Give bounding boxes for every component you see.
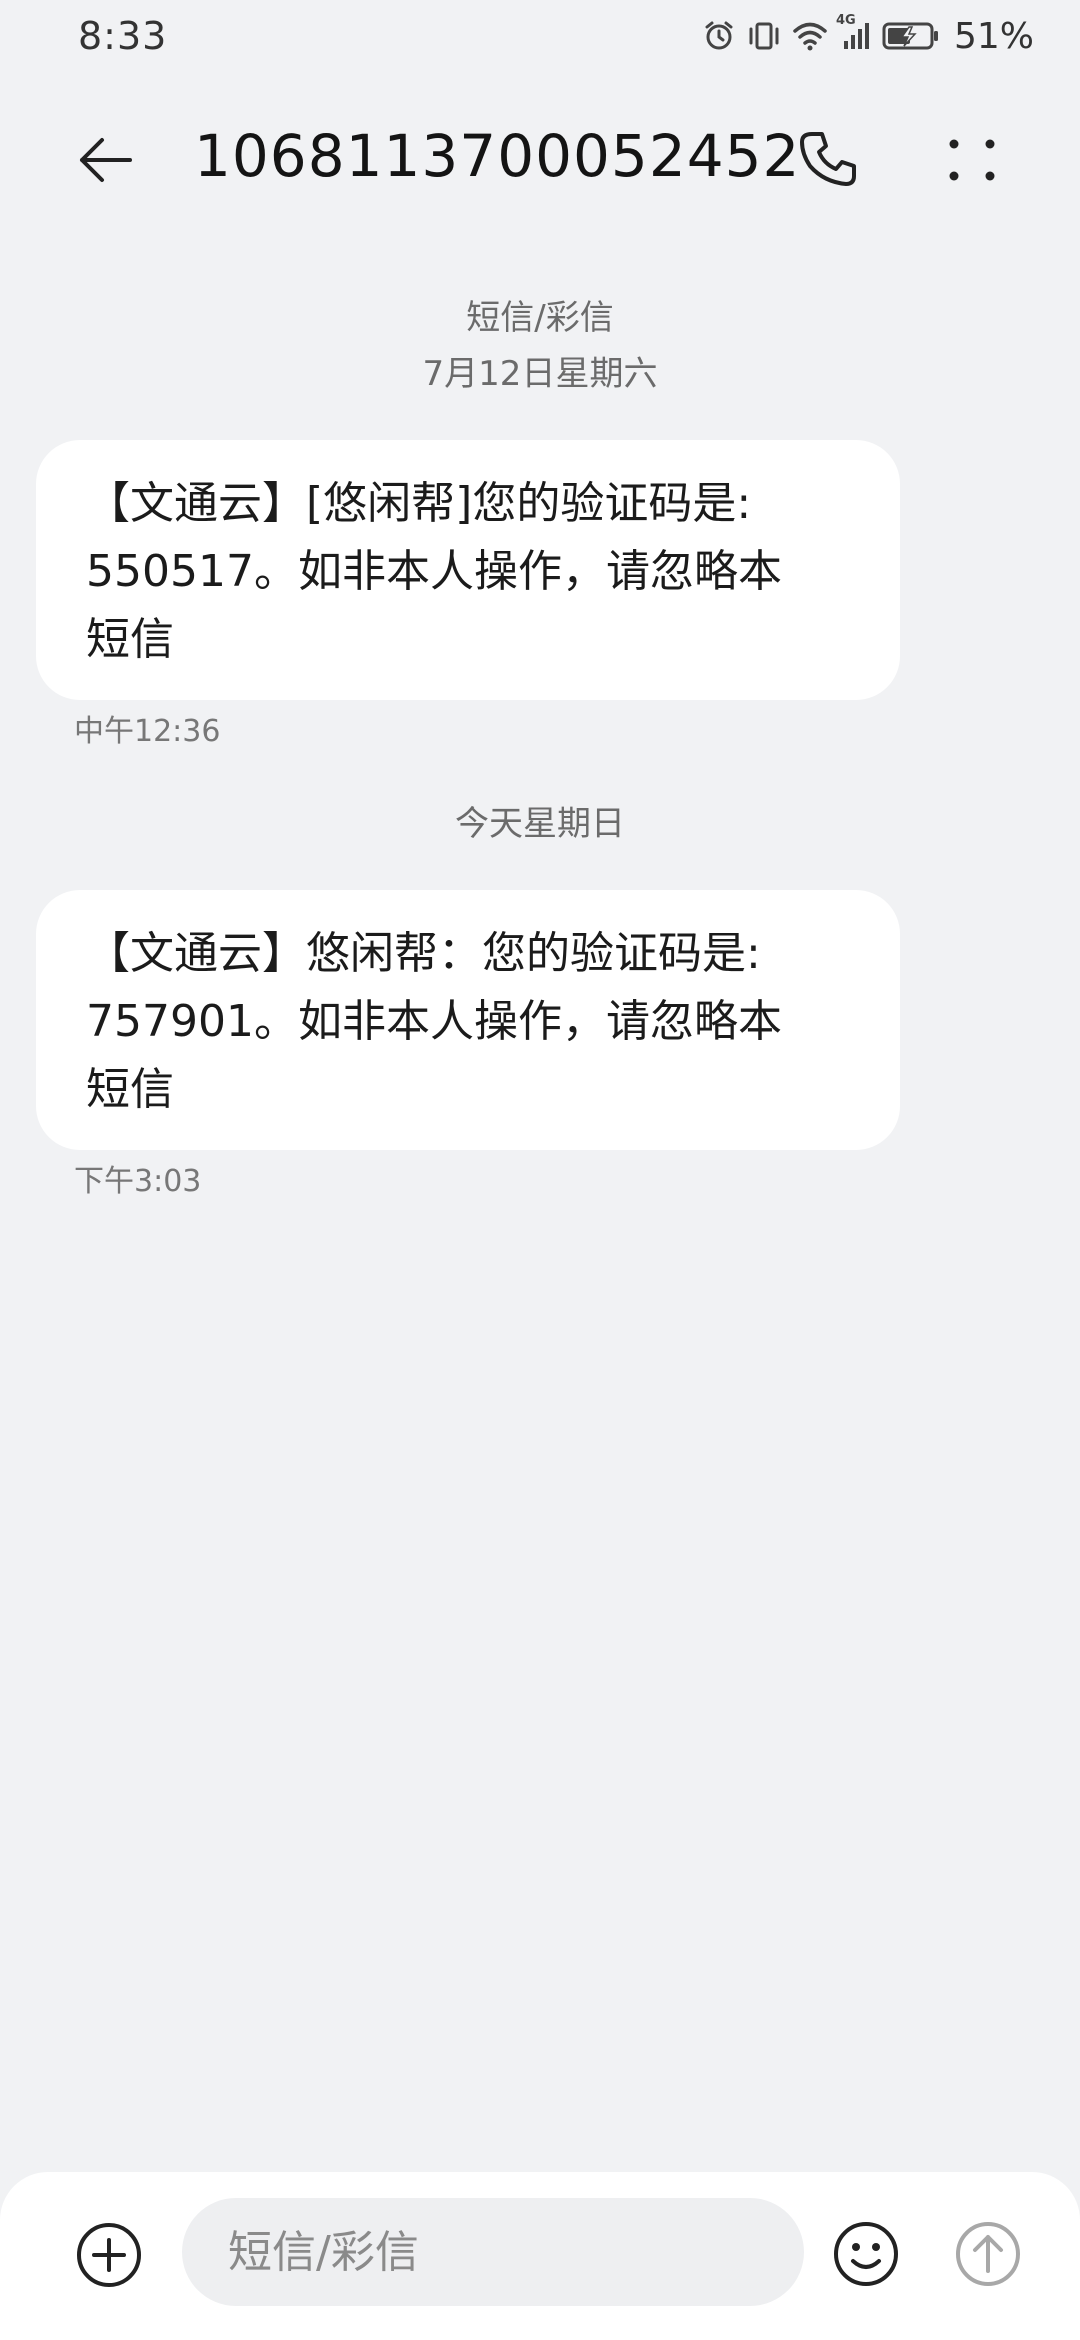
add-circle-icon (77, 2223, 141, 2287)
message-type-label: 短信/彩信 (466, 298, 614, 338)
date-header: 7月12日星期六 (422, 354, 658, 394)
message-text-line: 550517。如非本人操作，请忽略本 (86, 546, 782, 597)
status-icons: 4G 51% (702, 13, 1034, 58)
signal-icon: 4G (836, 13, 872, 53)
more-dots-icon (949, 139, 995, 181)
alarm-icon (702, 19, 736, 53)
battery-charging-icon (882, 21, 940, 51)
status-bar: 8:33 4G 51% (0, 0, 1080, 76)
compose-bar (0, 2172, 1080, 2340)
message-text-line: 短信 (86, 1064, 174, 1115)
emoji-button[interactable] (828, 2216, 904, 2292)
back-arrow-icon (80, 138, 132, 182)
send-arrow-icon (956, 2222, 1020, 2286)
message-time: 下午3:03 (74, 1164, 202, 1199)
contact-number: 1068113700052452 (194, 122, 801, 190)
status-time: 8:33 (78, 14, 168, 58)
wifi-icon (792, 20, 828, 52)
battery-percent: 51% (953, 15, 1034, 57)
message-bubble[interactable]: 【文通云】悠闲帮：您的验证码是: 757901。如非本人操作，请忽略本 短信 (36, 890, 900, 1150)
message-text-line: 【文通云】[悠闲帮]您的验证码是: (86, 478, 752, 529)
back-button[interactable] (70, 124, 142, 196)
more-options-button[interactable] (934, 122, 1010, 198)
attach-button[interactable] (72, 2218, 146, 2292)
date-header: 今天星期日 (455, 804, 625, 844)
message-input[interactable] (182, 2198, 804, 2306)
message-text-line: 757901。如非本人操作，请忽略本 (86, 996, 782, 1047)
message-text-line: 【文通云】悠闲帮：您的验证码是: (86, 928, 761, 979)
call-button[interactable] (790, 122, 866, 198)
send-button[interactable] (950, 2216, 1026, 2292)
emoji-icon (834, 2222, 898, 2286)
network-type-label: 4G (835, 13, 856, 28)
conversation-header: 1068113700052452 (0, 110, 1080, 200)
phone-icon (800, 132, 856, 186)
vibrate-icon (746, 19, 782, 53)
message-bubble[interactable]: 【文通云】[悠闲帮]您的验证码是: 550517。如非本人操作，请忽略本 短信 (36, 440, 900, 700)
message-text-line: 短信 (86, 614, 174, 665)
message-time: 中午12:36 (74, 714, 221, 749)
